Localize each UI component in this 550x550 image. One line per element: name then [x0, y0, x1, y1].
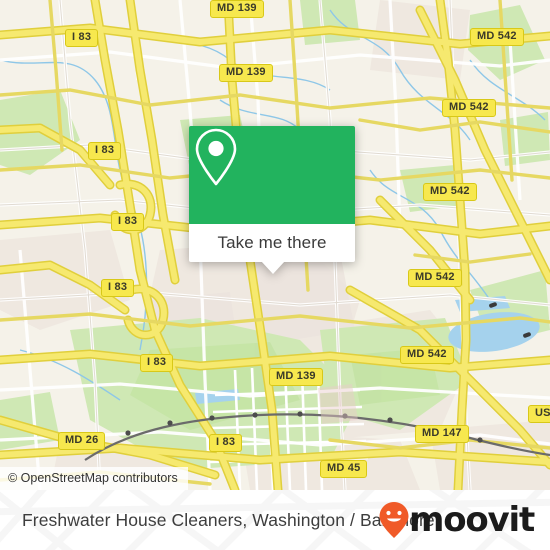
moovit-brand[interactable]: moovit	[377, 500, 535, 540]
take-me-there-button[interactable]: Take me there	[189, 224, 355, 262]
place-title: Freshwater House Cleaners, Washington / …	[22, 509, 435, 530]
map-canvas[interactable]: MD 139 MD 542 MD 139 I 83 MD 542 I 83 MD 542 I …	[0, 0, 550, 490]
road-shield: I 83	[111, 213, 145, 231]
road-shield: MD 45	[320, 460, 368, 478]
location-popup[interactable]: Take me there	[189, 126, 355, 274]
road-shield: MD 139	[269, 368, 323, 386]
road-shield: MD 139	[219, 64, 273, 82]
road-shield: I 83	[101, 279, 135, 297]
popup-tail	[261, 261, 285, 274]
moovit-wordmark: moovit	[408, 500, 535, 540]
road-shield: I 83	[88, 142, 122, 160]
road-shield: MD 139	[210, 0, 264, 18]
map-share-card: MD 139 MD 542 MD 139 I 83 MD 542 I 83 MD 542 I …	[0, 0, 550, 550]
road-shield: MD 542	[400, 346, 454, 364]
road-shield: MD 542	[423, 183, 477, 201]
take-me-there-label: Take me there	[217, 233, 327, 252]
road-shield: I 83	[140, 354, 174, 372]
road-shield: I 83	[209, 434, 243, 452]
footer-bar: Freshwater House Cleaners, Washington / …	[0, 490, 550, 550]
road-shield: US	[528, 405, 550, 423]
road-shield: MD 26	[58, 432, 106, 450]
moovit-smiley-pin-icon	[379, 502, 409, 538]
map-pin-icon	[195, 128, 237, 186]
road-shield: MD 542	[470, 28, 524, 46]
road-shield: MD 542	[442, 99, 496, 117]
road-shield: MD 147	[415, 425, 469, 443]
road-shield: MD 542	[408, 269, 462, 287]
road-shield: I 83	[65, 29, 99, 47]
popup-image-area	[189, 126, 355, 224]
osm-attribution[interactable]: © OpenStreetMap contributors	[0, 467, 188, 490]
